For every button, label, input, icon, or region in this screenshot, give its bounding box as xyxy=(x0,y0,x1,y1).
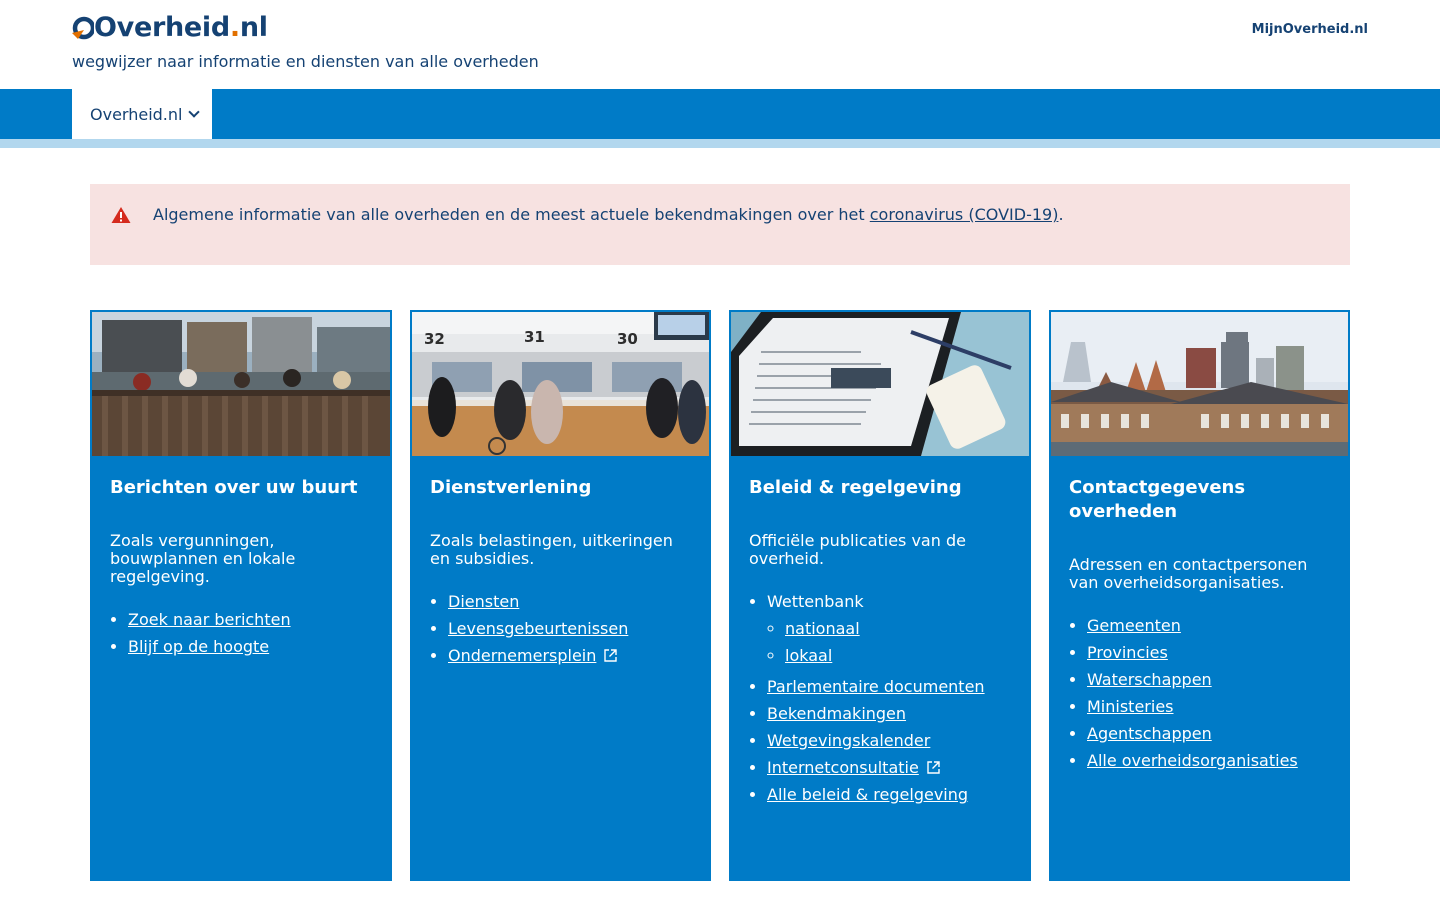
external-link-icon xyxy=(604,643,618,662)
logo-dot: . xyxy=(229,11,240,43)
list-item: nationaal xyxy=(785,615,1011,642)
card-image-skyline xyxy=(1051,312,1348,456)
link-alle-beleid[interactable]: Alle beleid & regelgeving xyxy=(767,785,968,804)
list-item: lokaal xyxy=(785,642,1011,669)
card-link-list: Gemeenten Provincies Waterschappen Minis… xyxy=(1069,612,1330,774)
site-logo[interactable]: Overheid.nl xyxy=(72,10,268,44)
list-item: Ministeries xyxy=(1087,693,1330,720)
counter-number: 31 xyxy=(524,328,545,346)
link-bekendmakingen[interactable]: Bekendmakingen xyxy=(767,704,906,723)
alert-message: Algemene informatie van alle overheden e… xyxy=(153,205,1064,224)
card-body: Contactgegevens overheden Adressen en co… xyxy=(1069,476,1330,774)
covid-alert: Algemene informatie van alle overheden e… xyxy=(90,184,1350,265)
list-item: Alle overheidsorganisaties xyxy=(1087,747,1330,774)
card-link-list: Zoek naar berichten Blijf op de hoogte xyxy=(110,606,372,660)
link-blijf-op-de-hoogte[interactable]: Blijf op de hoogte xyxy=(128,637,269,656)
list-item: Wetgevingskalender xyxy=(767,727,1011,754)
logo-main: Overheid xyxy=(94,11,230,43)
tagline: wegwijzer naar informatie en diensten va… xyxy=(72,52,539,71)
counter-number: 30 xyxy=(617,330,638,348)
counter-number: 32 xyxy=(424,330,445,348)
logo-tld: nl xyxy=(239,11,268,43)
card-body: Berichten over uw buurt Zoals vergunning… xyxy=(110,476,372,660)
wettenbank-label: Wettenbank xyxy=(767,592,864,611)
wettenbank-sublist: nationaal lokaal xyxy=(767,615,1011,669)
card-image-tablet xyxy=(731,312,1029,456)
card-description: Zoals belastingen, uitkeringen en subsid… xyxy=(430,531,673,568)
nav-underline xyxy=(0,139,1440,148)
list-item: Agentschappen xyxy=(1087,720,1330,747)
link-agentschappen[interactable]: Agentschappen xyxy=(1087,724,1212,743)
main-navigation: Overheid.nl xyxy=(0,89,1440,139)
list-item: Diensten xyxy=(448,588,691,615)
card-description: Zoals vergunningen, bouwplannen en lokal… xyxy=(110,531,296,586)
card-description: Adressen en contactpersonen van overheid… xyxy=(1069,555,1308,592)
card-link-list: Diensten Levensgebeurtenissen Ondernemer… xyxy=(430,588,691,669)
list-item: Bekendmakingen xyxy=(767,700,1011,727)
mijnoverheid-link[interactable]: MijnOverheid.nl xyxy=(1252,22,1368,37)
list-item: Ondernemersplein xyxy=(448,642,691,669)
list-item: Waterschappen xyxy=(1087,666,1330,693)
list-item: Wettenbank nationaal lokaal xyxy=(767,588,1011,669)
list-item: Levensgebeurtenissen xyxy=(448,615,691,642)
list-item: Provincies xyxy=(1087,639,1330,666)
card-title: Dienstverlening xyxy=(430,477,592,498)
link-provincies[interactable]: Provincies xyxy=(1087,643,1168,662)
list-item: Blijf op de hoogte xyxy=(128,633,372,660)
card-dienstverlening: 32 31 30 Dienstverlening Zoals belasting… xyxy=(410,310,711,881)
list-item: Internetconsultatie xyxy=(767,754,1011,781)
logo-mark-icon xyxy=(72,12,96,42)
link-wetgevingskalender[interactable]: Wetgevingskalender xyxy=(767,731,930,750)
link-waterschappen[interactable]: Waterschappen xyxy=(1087,670,1212,689)
alert-text-before: Algemene informatie van alle overheden e… xyxy=(153,205,870,224)
card-link-list: Wettenbank nationaal lokaal Parlementair… xyxy=(749,588,1011,808)
card-image-bench xyxy=(92,312,390,456)
link-ministeries[interactable]: Ministeries xyxy=(1087,697,1174,716)
external-link-icon xyxy=(927,755,940,774)
card-image-counter: 32 31 30 xyxy=(412,312,709,456)
card-beleid: Beleid & regelgeving Officiële publicati… xyxy=(729,310,1031,881)
link-alle-overheidsorganisaties[interactable]: Alle overheidsorganisaties xyxy=(1087,751,1298,770)
card-contactgegevens: Contactgegevens overheden Adressen en co… xyxy=(1049,310,1350,881)
link-lokaal[interactable]: lokaal xyxy=(785,646,832,665)
link-ondernemersplein[interactable]: Ondernemersplein xyxy=(448,646,596,665)
card-title: Berichten over uw buurt xyxy=(110,477,358,498)
link-gemeenten[interactable]: Gemeenten xyxy=(1087,616,1181,635)
list-item: Alle beleid & regelgeving xyxy=(767,781,1011,808)
link-levensgebeurtenissen[interactable]: Levensgebeurtenissen xyxy=(448,619,628,638)
link-zoek-naar-berichten[interactable]: Zoek naar berichten xyxy=(128,610,291,629)
list-item: Gemeenten xyxy=(1087,612,1330,639)
list-item: Zoek naar berichten xyxy=(128,606,372,633)
alert-text-after: . xyxy=(1058,205,1064,224)
card-title: Beleid & regelgeving xyxy=(749,477,962,498)
link-diensten[interactable]: Diensten xyxy=(448,592,519,611)
card-title: Contactgegevens overheden xyxy=(1069,477,1246,522)
card-berichten: Berichten over uw buurt Zoals vergunning… xyxy=(90,310,392,881)
link-internetconsultatie[interactable]: Internetconsultatie xyxy=(767,758,919,777)
site-header: Overheid.nl wegwijzer naar informatie en… xyxy=(0,0,1440,89)
warning-icon xyxy=(111,206,131,224)
card-body: Dienstverlening Zoals belastingen, uitke… xyxy=(430,476,691,669)
card-description: Officiële publicaties van de overheid. xyxy=(749,531,966,568)
link-parlementaire-documenten[interactable]: Parlementaire documenten xyxy=(767,677,985,696)
nav-tab-label: Overheid.nl xyxy=(90,104,183,124)
list-item: Parlementaire documenten xyxy=(767,673,1011,700)
chevron-down-icon xyxy=(188,106,200,118)
nav-tab-overheid[interactable]: Overheid.nl xyxy=(72,89,212,139)
logo-text: Overheid.nl xyxy=(94,12,268,43)
link-nationaal[interactable]: nationaal xyxy=(785,619,860,638)
card-body: Beleid & regelgeving Officiële publicati… xyxy=(749,476,1011,808)
coronavirus-link[interactable]: coronavirus (COVID-19) xyxy=(870,205,1059,224)
